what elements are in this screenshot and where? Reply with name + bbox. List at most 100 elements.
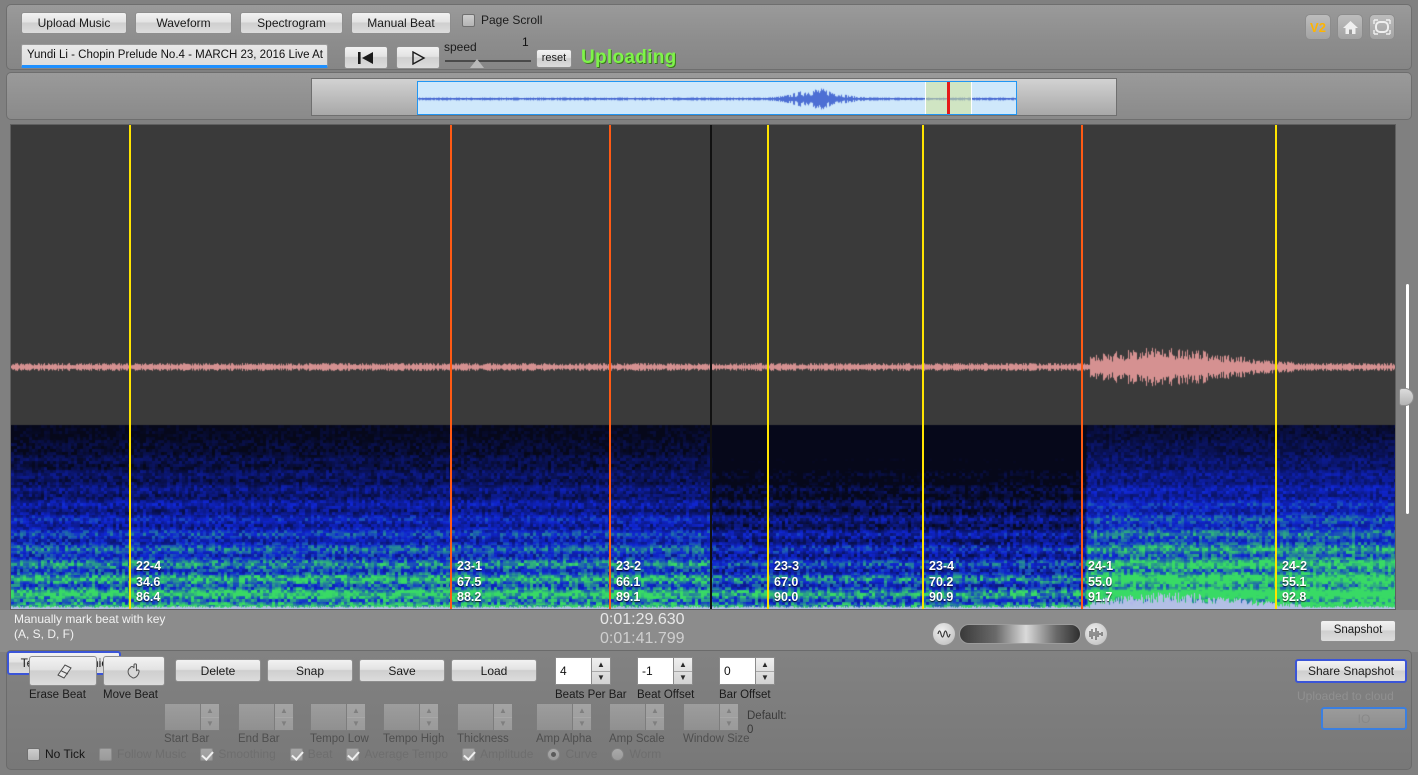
overview-waveform-frame[interactable] [311, 78, 1117, 116]
checkbox-average-tempo[interactable] [346, 748, 359, 761]
spinner-beat-offset[interactable]: -1▲▼ [637, 657, 693, 685]
spinner-arrows: ▲▼ [572, 703, 592, 731]
beat-marker-line[interactable] [609, 125, 611, 609]
spinner-down-icon[interactable]: ▼ [674, 672, 692, 685]
fullscreen-button[interactable] [1369, 14, 1395, 40]
spinner-beats-per-bar[interactable]: 4▲▼ [555, 657, 611, 685]
spectrogram-button[interactable]: Spectrogram [240, 12, 343, 34]
spinner-value [310, 703, 346, 731]
beat-marker-line[interactable] [922, 125, 924, 609]
option-no-tick[interactable]: No Tick [27, 747, 85, 761]
spinner-value[interactable]: 4 [555, 657, 591, 685]
option-beat[interactable]: Beat [290, 747, 333, 761]
beat-tempo: 67.0 [774, 575, 799, 591]
spinner-value [164, 703, 200, 731]
option-worm[interactable]: Worm [611, 747, 661, 761]
beat-tempo: 66.1 [616, 575, 641, 591]
spinner-arrows: ▲▼ [346, 703, 366, 731]
spinner-arrows: ▲▼ [645, 703, 665, 731]
rewind-button[interactable] [344, 46, 388, 69]
checkbox-smoothing[interactable] [200, 748, 213, 761]
checkbox-amplitude[interactable] [462, 748, 475, 761]
spinner-arrows[interactable]: ▲▼ [755, 657, 775, 685]
beat-tempo: 55.0 [1088, 575, 1113, 591]
vertical-zoom-slider[interactable] [1402, 284, 1412, 514]
spinner-value [609, 703, 645, 731]
manual-beat-button[interactable]: Manual Beat [351, 12, 451, 34]
spinner-up-icon[interactable]: ▲ [756, 658, 774, 672]
spinner-arrows[interactable]: ▲▼ [673, 657, 693, 685]
vertical-slider-thumb[interactable] [1399, 388, 1414, 406]
playhead-line[interactable] [710, 125, 712, 609]
spinner-label-amp-alpha: Amp Alpha [536, 733, 592, 745]
option-average-tempo[interactable]: Average Tempo [346, 747, 448, 761]
move-beat-label: Move Beat [103, 689, 158, 701]
upload-music-button[interactable]: Upload Music [21, 12, 127, 34]
option-smoothing[interactable]: Smoothing [200, 747, 275, 761]
page-scroll-toggle[interactable]: Page Scroll [462, 13, 542, 27]
home-button[interactable] [1337, 14, 1363, 40]
radio-worm[interactable] [611, 748, 624, 761]
overview-playhead[interactable] [947, 81, 950, 115]
spinner-end-bar: ▲▼ [238, 703, 294, 731]
spinner-tempo-high: ▲▼ [383, 703, 439, 731]
erase-beat-button[interactable] [29, 656, 97, 686]
spectrogram-canvas[interactable] [11, 125, 1396, 610]
reset-speed-button[interactable]: reset [536, 49, 572, 68]
spinner-down-icon: ▼ [720, 718, 738, 731]
beat-marker-line[interactable] [450, 125, 452, 609]
beat-marker-line[interactable] [1081, 125, 1083, 609]
option-follow-music[interactable]: Follow Music [99, 747, 186, 761]
beat-marker-line[interactable] [1275, 125, 1277, 609]
checkbox-no-tick[interactable] [27, 748, 40, 761]
spinner-down-icon[interactable]: ▼ [756, 672, 774, 685]
spinner-up-icon[interactable]: ▲ [592, 658, 610, 672]
radio-curve[interactable] [547, 748, 560, 761]
io-button[interactable]: IO [1321, 707, 1407, 730]
beat-marker-line[interactable] [129, 125, 131, 609]
spinner-value[interactable]: -1 [637, 657, 673, 685]
hint-line-1: Manually mark beat with key [14, 612, 165, 627]
waveform-button[interactable]: Waveform [135, 12, 232, 34]
load-button[interactable]: Load [451, 659, 537, 682]
spinner-arrows: ▲▼ [200, 703, 220, 731]
overview-clip-region[interactable] [417, 81, 1017, 115]
option-label-average-tempo: Average Tempo [364, 747, 448, 761]
erase-beat-label: Erase Beat [29, 689, 86, 701]
version-badge-button[interactable]: V2 [1305, 14, 1331, 40]
track-title-input[interactable]: Yundi Li - Chopin Prelude No.4 - MARCH 2… [21, 44, 328, 68]
beat-marker-line[interactable] [767, 125, 769, 609]
delete-button[interactable]: Delete [175, 659, 261, 682]
wave-zoom-out-icon[interactable] [932, 622, 956, 646]
snap-button[interactable]: Snap [267, 659, 353, 682]
checkbox-beat[interactable] [290, 748, 303, 761]
spinner-value[interactable]: 0 [719, 657, 755, 685]
spectrogram-view[interactable]: 22-434.686.423-167.588.223-266.189.123-3… [10, 124, 1396, 610]
save-button[interactable]: Save [359, 659, 445, 682]
option-checkbox-row: No Tick Follow Music Smoothing Beat Average … [27, 747, 675, 761]
spinner-arrows[interactable]: ▲▼ [591, 657, 611, 685]
spinner-up-icon: ▲ [494, 704, 512, 718]
option-curve[interactable]: Curve [547, 747, 597, 761]
option-amplitude[interactable]: Amplitude [462, 747, 533, 761]
snapshot-button[interactable]: Snapshot [1320, 620, 1396, 642]
spinner-bar-offset[interactable]: 0▲▼ [719, 657, 775, 685]
spinner-label-tempo-high: Tempo High [383, 733, 444, 745]
speed-slider-track[interactable] [445, 60, 531, 62]
move-beat-button[interactable] [103, 656, 165, 686]
speed-slider-group[interactable]: speed 1 [444, 38, 534, 70]
speed-slider-thumb[interactable] [470, 59, 484, 68]
zoom-slider-bar[interactable] [959, 624, 1081, 644]
wave-zoom-in-icon[interactable] [1084, 622, 1108, 646]
checkbox-follow-music[interactable] [99, 748, 112, 761]
time-readout: 0:01:29.630 0:01:41.799 [600, 610, 685, 648]
play-button[interactable] [396, 46, 440, 69]
page-scroll-checkbox[interactable] [462, 14, 475, 27]
zoom-slider-group[interactable] [932, 622, 1108, 648]
spinner-up-icon[interactable]: ▲ [674, 658, 692, 672]
spinner-down-icon[interactable]: ▼ [592, 672, 610, 685]
beat-tempo: 34.6 [136, 575, 161, 591]
share-snapshot-button[interactable]: Share Snapshot [1295, 659, 1407, 683]
spinner-label-window-size: Window Size [683, 733, 749, 745]
default-label: Default: [747, 709, 787, 723]
